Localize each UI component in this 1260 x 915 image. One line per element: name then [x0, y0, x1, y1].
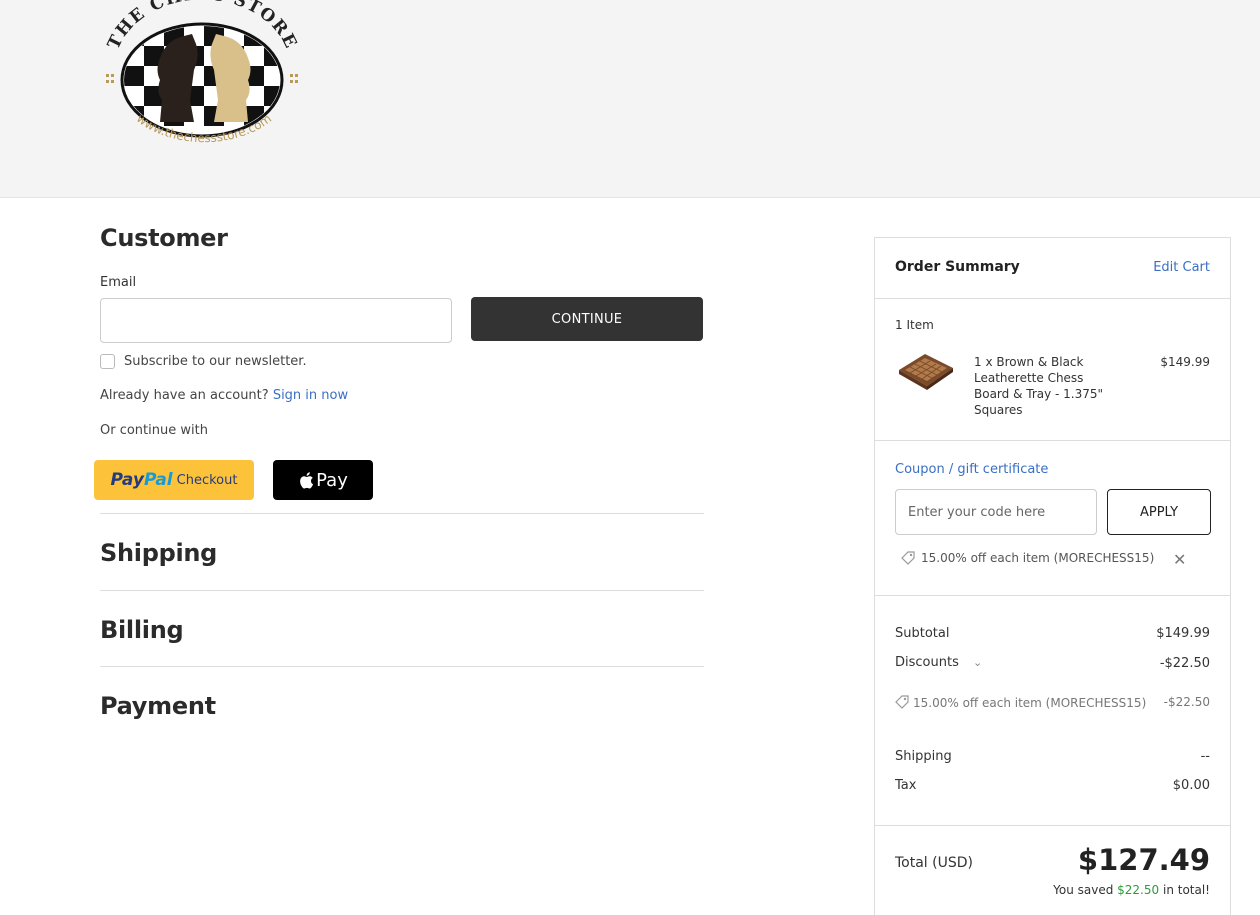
product-thumbnail [899, 354, 953, 390]
remove-coupon-icon[interactable]: ✕ [1173, 550, 1186, 569]
discount-detail: 15.00% off each item (MORECHESS15) [895, 694, 1150, 713]
divider [875, 595, 1230, 596]
divider [100, 666, 704, 667]
paypal-checkout-label: Checkout [176, 472, 238, 488]
coupon-toggle-link[interactable]: Coupon / gift certificate [895, 462, 1048, 477]
shipping-heading: Shipping [100, 539, 218, 567]
email-label: Email [100, 275, 137, 290]
newsletter-option[interactable]: Subscribe to our newsletter. [100, 354, 307, 369]
paypal-logo-pay: Pay [110, 470, 144, 490]
discounts-toggle[interactable]: Discounts ⌄ [895, 655, 982, 670]
customer-heading: Customer [100, 224, 228, 252]
chess-store-logo[interactable]: THE CHESS STORE www.thechessstore.com [100, 0, 305, 165]
or-continue-text: Or continue with [100, 423, 208, 438]
billing-heading: Billing [100, 616, 184, 644]
continue-button[interactable]: CONTINUE [471, 297, 703, 341]
email-input[interactable] [100, 298, 452, 343]
order-summary-panel: Order Summary Edit Cart 1 Item 1 x Brown… [874, 237, 1231, 915]
divider [875, 298, 1230, 299]
savings-note: You saved $22.50 in total! [1053, 883, 1210, 897]
total-value: $127.49 [1077, 843, 1210, 877]
subtotal-value: $149.99 [1156, 626, 1210, 641]
edit-cart-link[interactable]: Edit Cart [1153, 260, 1210, 275]
tag-icon [901, 551, 915, 565]
discount-detail-value: -$22.50 [1163, 695, 1210, 709]
subtotal-label: Subtotal [895, 626, 950, 641]
applied-coupon-text: 15.00% off each item (MORECHESS15) [921, 551, 1155, 565]
total-label: Total (USD) [895, 855, 973, 871]
apply-coupon-button[interactable]: APPLY [1107, 489, 1211, 535]
site-header: THE CHESS STORE www.thechessstore.com [0, 0, 1260, 198]
discounts-value: -$22.50 [1159, 656, 1210, 671]
tax-value: $0.00 [1172, 778, 1210, 793]
tax-label: Tax [895, 778, 917, 793]
apple-icon [300, 471, 314, 489]
shipping-value: -- [1200, 749, 1210, 764]
saved-suffix: in total! [1162, 883, 1210, 897]
payment-heading: Payment [100, 692, 216, 720]
discount-detail-text: 15.00% off each item (MORECHESS15) [913, 696, 1147, 710]
discounts-label: Discounts [895, 655, 959, 670]
paypal-checkout-button[interactable]: Pay Pal Checkout [94, 460, 254, 500]
account-prompt-text: Already have an account? [100, 388, 269, 403]
item-count: 1 Item [895, 318, 934, 332]
item-name: 1 x Brown & Black Leatherette Chess Boar… [974, 355, 1104, 417]
sign-in-prompt: Already have an account? Sign in now [100, 388, 348, 403]
divider [875, 440, 1230, 441]
applied-coupon: 15.00% off each item (MORECHESS15) [901, 551, 1154, 565]
paypal-logo-pal: Pal [143, 470, 173, 490]
coupon-code-input[interactable] [895, 489, 1097, 535]
shipping-label: Shipping [895, 749, 952, 764]
divider [100, 590, 704, 591]
saved-amount: $22.50 [1117, 883, 1160, 897]
divider [100, 513, 704, 514]
item-price: $149.99 [1160, 355, 1210, 369]
saved-prefix: You saved [1053, 883, 1114, 897]
newsletter-checkbox[interactable] [100, 354, 115, 369]
newsletter-label: Subscribe to our newsletter. [124, 354, 307, 369]
apple-pay-label: Pay [316, 469, 348, 491]
divider [875, 825, 1230, 826]
tag-icon [895, 695, 909, 709]
sign-in-link[interactable]: Sign in now [273, 388, 348, 403]
order-summary-title: Order Summary [895, 259, 1020, 275]
chevron-down-icon[interactable]: ⌄ [973, 656, 982, 669]
apple-pay-button[interactable]: Pay [273, 460, 373, 500]
